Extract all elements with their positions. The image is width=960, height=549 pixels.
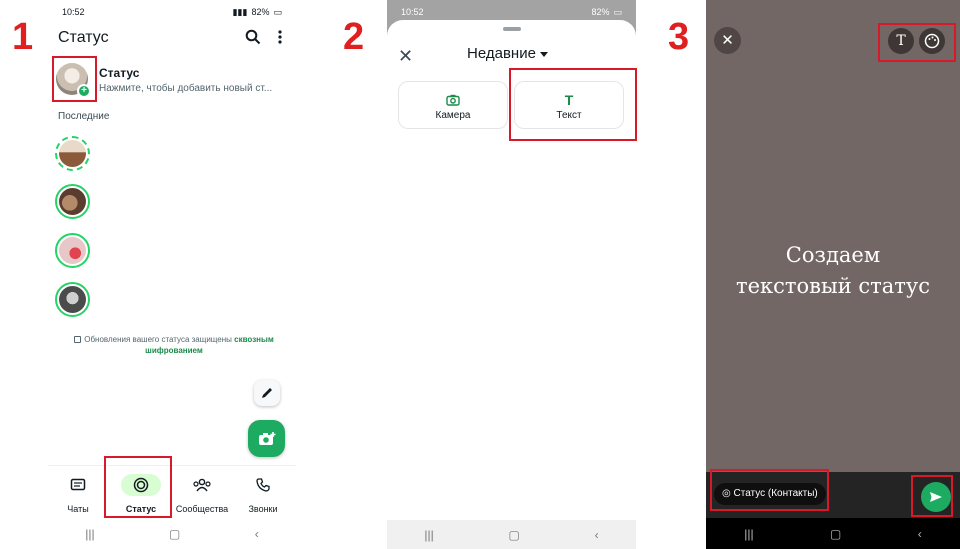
communities-icon [193,478,211,492]
clock: 10:52 [401,7,424,17]
caret-down-icon [539,51,548,57]
system-nav-bar: ||| ▢ ‹ [48,519,296,549]
phone-3-text-status-editor: ✕ T Создаем текстовый статус ◎ Статус (К… [706,0,960,549]
camera-option-label: Камера [435,110,471,121]
recents-icon[interactable]: ||| [744,527,753,541]
encryption-notice: Обновления вашего статуса защищены сквоз… [60,334,288,356]
status-text-line-2: текстовый статус [735,274,931,298]
home-icon[interactable]: ▢ [830,527,841,541]
camera-option[interactable]: Камера [398,81,508,129]
nav-communities-label: Сообщества [175,504,229,514]
contact-status-avatar[interactable] [55,233,90,268]
more-options-icon[interactable] [274,28,286,46]
battery-level: 82% [251,7,270,17]
contact-status-avatar[interactable] [55,136,90,171]
phone-icon [256,478,270,492]
nav-chats[interactable]: Чаты [48,474,108,514]
status-text-preview[interactable]: Создаем текстовый статус [706,240,960,302]
nav-chats-label: Чаты [67,504,89,514]
highlight-add-status [52,56,97,102]
close-icon[interactable]: ✕ [398,46,413,67]
status-text-line-1: Создаем [785,243,881,267]
step-number-1: 1 [12,16,34,58]
gallery-filter-dropdown[interactable]: Недавние [467,45,548,62]
page-title: Статус [58,29,109,46]
bottom-navigation: Чаты Статус Сообщества Звонки [48,465,296,525]
nav-calls-label: Звонки [248,504,278,514]
battery-icon: ▭ [613,6,622,17]
camera-status-button[interactable] [248,420,285,457]
drag-handle[interactable] [503,27,521,31]
chats-icon [70,478,86,491]
recent-section-label: Последние [58,111,110,122]
system-nav-bar: ||| ▢ ‹ [387,520,636,549]
highlight-text-option [509,68,637,141]
back-icon[interactable]: ‹ [595,528,599,542]
close-icon[interactable]: ✕ [714,27,741,54]
highlight-audience [710,469,829,511]
status-bar: 10:52 ▮▮▮ 82% ▭ [48,0,296,24]
recents-icon[interactable]: ||| [424,528,433,542]
clock: 10:52 [62,7,85,17]
encryption-text: Обновления вашего статуса защищены [84,335,232,344]
my-status-name[interactable]: Статус [99,66,139,80]
highlight-text-tools [878,23,956,62]
signal-icon: ▮▮▮ [232,6,248,17]
back-icon[interactable]: ‹ [255,527,259,541]
text-status-button[interactable] [254,380,280,406]
step-number-2: 2 [343,16,365,58]
battery-level: 82% [591,7,610,17]
home-icon[interactable]: ▢ [509,528,520,542]
lock-icon [74,336,82,343]
contact-status-avatar[interactable] [55,282,90,317]
nav-communities[interactable]: Сообщества [172,474,232,514]
contact-status-avatar[interactable] [55,184,90,219]
my-status-hint[interactable]: Нажмите, чтобы добавить новый ст... [99,83,294,94]
highlight-send [911,475,953,517]
battery-icon: ▭ [273,6,282,17]
highlight-status-tab [104,456,172,518]
back-icon[interactable]: ‹ [918,527,922,541]
nav-calls[interactable]: Звонки [233,474,293,514]
camera-icon [446,94,460,106]
system-nav-bar: ||| ▢ ‹ [706,518,960,549]
camera-add-icon [258,431,275,445]
recents-icon[interactable]: ||| [85,527,94,541]
step-number-3: 3 [668,16,690,58]
sheet-title-label: Недавние [467,45,536,62]
search-icon[interactable] [244,28,262,46]
home-icon[interactable]: ▢ [169,527,180,541]
pencil-icon [262,388,272,398]
